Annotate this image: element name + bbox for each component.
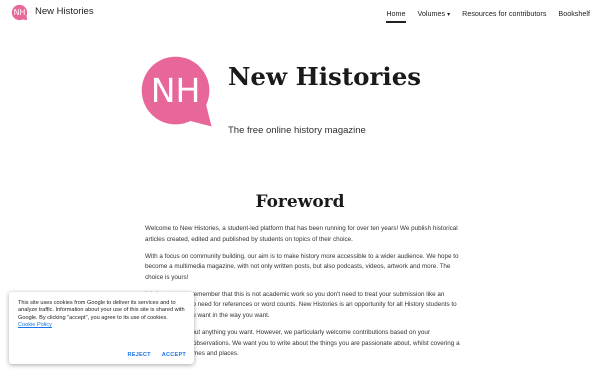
- hero-subtitle: The free online history magazine: [228, 125, 366, 136]
- cookie-policy-link[interactable]: Cookie Policy: [18, 322, 52, 328]
- nav-item-label: Bookshelf: [558, 9, 590, 18]
- nav-item-label: Resources for contributors: [462, 9, 547, 18]
- section-title: Foreword: [255, 192, 345, 212]
- cookie-notice-text: This site uses cookies from Google to de…: [18, 300, 185, 330]
- cookie-consent-banner: This site uses cookies from Google to de…: [9, 292, 194, 364]
- site-logo-letters: NH: [14, 8, 26, 17]
- cookie-actions: REJECT ACCEPT: [117, 352, 186, 358]
- accept-cookies-button[interactable]: ACCEPT: [162, 352, 186, 358]
- site-name[interactable]: New Histories: [35, 6, 94, 17]
- nav-item-volumes[interactable]: Volumes ▾: [418, 0, 451, 26]
- paragraph: Welcome to New Histories, a student-led …: [145, 225, 458, 243]
- site-logo-icon[interactable]: NH: [11, 4, 28, 21]
- hero-logo-icon: NH: [141, 56, 212, 127]
- hero-logo-letters: NH: [151, 71, 201, 110]
- nav-item-label: Home: [386, 9, 406, 18]
- nav-item-resources-for-contributors[interactable]: Resources for contributors: [462, 0, 546, 26]
- main-nav: Home Volumes ▾ Resources for contributors…: [374, 0, 590, 26]
- hero-title: New Histories: [228, 62, 422, 91]
- paragraph: With a focus on community building, our …: [145, 252, 459, 281]
- top-navigation-bar: NH New Histories Home Volumes ▾ Resources…: [0, 0, 600, 26]
- nav-item-label: Volumes: [417, 9, 446, 18]
- cookie-message: This site uses cookies from Google to de…: [18, 300, 185, 321]
- chevron-down-icon: ▾: [447, 12, 451, 18]
- nav-item-bookshelf[interactable]: Bookshelf: [558, 0, 590, 26]
- nav-item-home[interactable]: Home: [386, 0, 406, 26]
- reject-cookies-button[interactable]: REJECT: [128, 352, 151, 358]
